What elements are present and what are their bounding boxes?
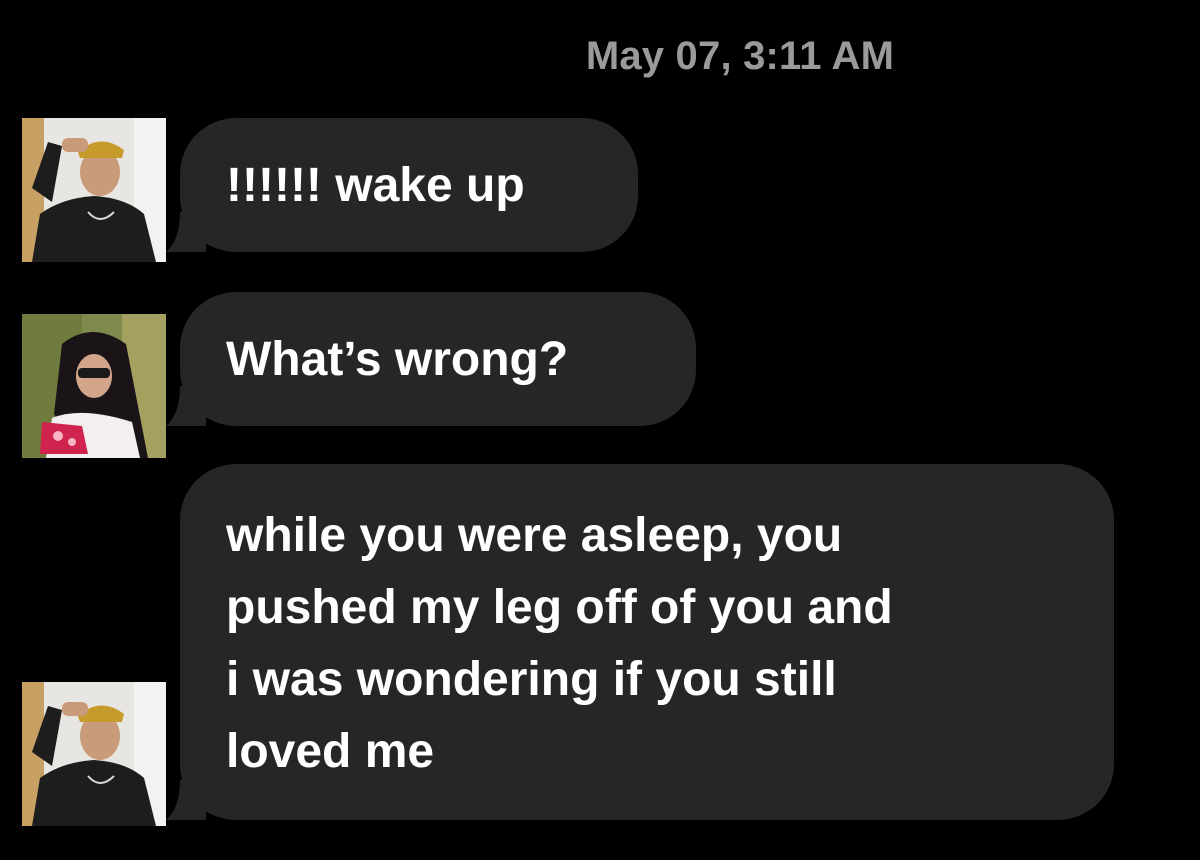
avatar-male[interactable] [22, 682, 166, 826]
bubble-tail-icon [166, 386, 206, 426]
message-text-line: while you were asleep, you [226, 509, 843, 562]
message-text-line: loved me [226, 725, 435, 778]
avatar-female[interactable] [22, 314, 166, 458]
bubble-tail-icon [166, 212, 206, 252]
message-text: !!!!!! wake up [226, 159, 525, 212]
message-text-line: i was wondering if you still [226, 653, 837, 706]
message-timestamp: May 07, 3:11 AM [585, 34, 895, 78]
message-bubble[interactable]: What’s wrong? [166, 292, 696, 426]
message-text: What’s wrong? [226, 333, 569, 386]
message-bubble[interactable]: while you were asleep, you pushed my leg… [166, 464, 1114, 820]
message-text-line: pushed my leg off of you and [226, 581, 893, 634]
avatar-male[interactable] [22, 118, 166, 262]
bubble-tail-icon [166, 780, 206, 820]
message-bubble[interactable]: !!!!!! wake up [166, 118, 638, 252]
